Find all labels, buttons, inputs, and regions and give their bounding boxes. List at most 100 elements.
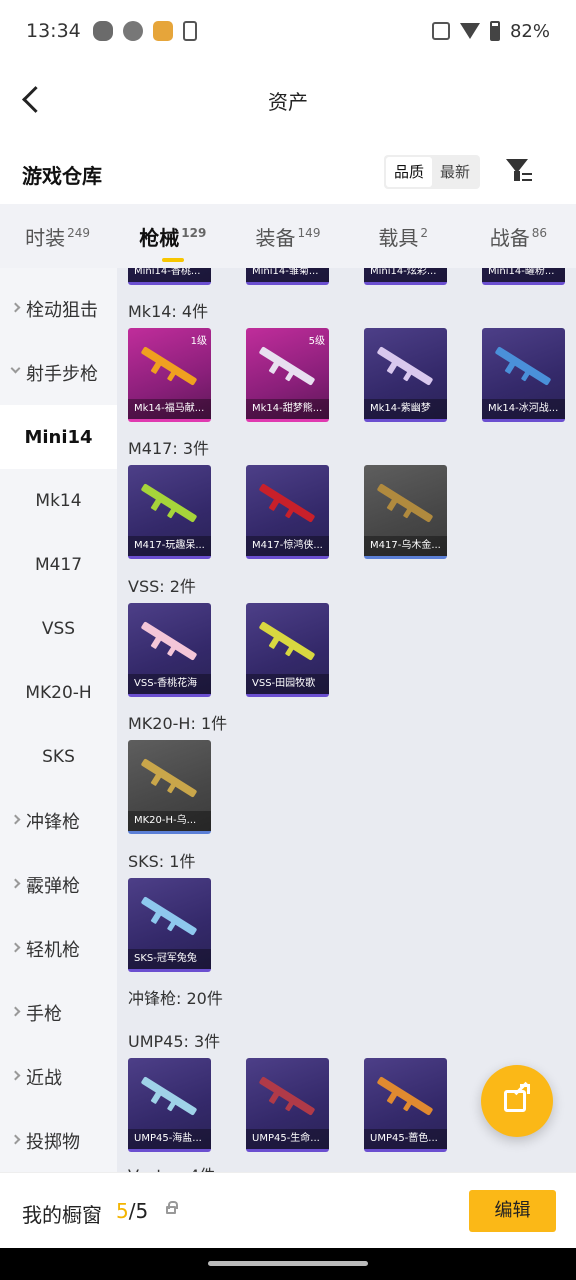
status-time: 13:34 — [26, 20, 81, 42]
vibrate-mute-icon — [431, 22, 450, 40]
chevron-down-icon — [10, 363, 21, 374]
status-bar: 13:34 82% — [0, 0, 576, 62]
sidebar-item-shotgun[interactable]: 霰弹枪 — [0, 853, 117, 917]
section-label: Mk14: 4件 — [128, 302, 209, 321]
showcase-label: 我的橱窗 — [22, 1203, 102, 1227]
tab-fashion[interactable]: 时装 249 — [0, 204, 115, 268]
rifle-icon — [258, 346, 316, 386]
phone-icon — [182, 21, 197, 41]
weapon-card[interactable]: M417-玩趣呆... — [128, 465, 211, 559]
body-area: 栓动狙击 射手步枪 Mini14 Mk14 M417 VSS MK20-H SK… — [0, 268, 576, 1172]
weapon-card[interactable]: 5级 Mk14-甜梦熊... — [246, 328, 329, 422]
rifle-icon — [376, 346, 434, 386]
section-label: VSS: 2件 — [128, 577, 196, 596]
weapon-card[interactable]: VSS-田园牧歌 — [246, 603, 329, 697]
system-nav-bar — [0, 1248, 576, 1280]
notification-dot-icon — [122, 21, 143, 41]
status-notification-icons — [92, 21, 197, 41]
weapon-grid: Mini14-香桃... Mini14-雏菊... Mini14-炫彩... M… — [117, 268, 576, 1172]
rifle-icon — [140, 346, 198, 386]
tab-supplies[interactable]: 战备 86 — [461, 204, 576, 268]
sidebar-item-marksman-rifle[interactable]: 射手步枪 — [0, 341, 117, 405]
chevron-right-icon — [10, 942, 21, 953]
sidebar-item-smg[interactable]: 冲锋枪 — [0, 789, 117, 853]
home-gesture-handle[interactable] — [208, 1261, 368, 1266]
sidebar-item-vss[interactable]: VSS — [0, 597, 117, 661]
weapon-card[interactable]: M417-惊鸿侠... — [246, 465, 329, 559]
rifle-icon — [258, 483, 316, 523]
weapon-card[interactable]: Mk14-冰河战... — [482, 328, 565, 422]
sidebar-item-mk20h[interactable]: MK20-H — [0, 661, 117, 725]
section-label: Vector: 4件 — [128, 1162, 215, 1172]
share-export-button[interactable] — [481, 1065, 553, 1137]
chevron-right-icon — [10, 1134, 21, 1145]
rifle-icon — [140, 483, 198, 523]
weapon-card[interactable]: UMP45-生命... — [246, 1058, 329, 1152]
filter-icon[interactable] — [504, 156, 534, 186]
sidebar-item-throwable[interactable]: 投掷物 — [0, 1109, 117, 1172]
tab-firearms[interactable]: 枪械 129 — [115, 204, 230, 268]
weapon-card[interactable]: Mk14-紫幽梦 — [364, 328, 447, 422]
smg-icon — [258, 1076, 316, 1116]
tab-equipment[interactable]: 装备 149 — [230, 204, 345, 268]
rifle-icon — [140, 621, 198, 661]
weapon-card[interactable]: M417-乌木金... — [364, 465, 447, 559]
section-label: SKS: 1件 — [128, 852, 196, 871]
sidebar-item-pistol[interactable]: 手枪 — [0, 981, 117, 1045]
sidebar-item-m417[interactable]: M417 — [0, 533, 117, 597]
showcase-bar: 我的橱窗 5/5 编辑 — [0, 1172, 576, 1248]
category-tabs: 时装 249 枪械 129 装备 149 载具 2 战备 86 — [0, 204, 576, 268]
battery-icon — [489, 21, 500, 41]
sort-latest-button[interactable]: 最新 — [432, 157, 478, 187]
section-label: M417: 3件 — [128, 439, 210, 458]
sidebar-item-mk14[interactable]: Mk14 — [0, 469, 117, 533]
rifle-icon — [376, 483, 434, 523]
wifi-icon — [459, 23, 480, 39]
battery-percent: 82% — [509, 20, 550, 42]
section-label: 冲锋枪: 20件 — [128, 989, 223, 1008]
section-label: MK20-H: 1件 — [128, 714, 228, 733]
sort-quality-button[interactable]: 品质 — [386, 157, 433, 187]
chevron-right-icon — [10, 302, 21, 313]
game-app-icon — [152, 21, 173, 41]
back-arrow-icon[interactable] — [18, 84, 46, 116]
lock-icon — [166, 1201, 178, 1214]
level-badge: 1级 — [190, 336, 207, 347]
wechat-icon — [92, 21, 113, 41]
rifle-icon — [494, 346, 552, 386]
chevron-right-icon — [10, 878, 21, 889]
level-badge: 5级 — [308, 336, 325, 347]
weapon-card[interactable]: UMP45-蔷色... — [364, 1058, 447, 1152]
weapon-card[interactable]: Mini14-香桃... — [128, 268, 211, 285]
tab-vehicles[interactable]: 载具 2 — [346, 204, 461, 268]
warehouse-header: 游戏仓库 品质 最新 — [0, 150, 576, 196]
weapon-type-sidebar: 栓动狙击 射手步枪 Mini14 Mk14 M417 VSS MK20-H SK… — [0, 268, 117, 1172]
sidebar-item-melee[interactable]: 近战 — [0, 1045, 117, 1109]
edit-button[interactable]: 编辑 — [469, 1190, 556, 1232]
sidebar-item-bolt-sniper[interactable]: 栓动狙击 — [0, 277, 117, 341]
chevron-right-icon — [10, 1006, 21, 1017]
weapon-card[interactable]: Mini14-炫彩... — [364, 268, 447, 285]
app-header: 资产 — [0, 62, 576, 138]
weapon-card[interactable]: SKS-冠军兔兔 — [128, 878, 211, 972]
rifle-icon — [140, 758, 198, 798]
warehouse-title: 游戏仓库 — [22, 164, 102, 188]
sort-toggle: 品质 最新 — [384, 155, 481, 189]
status-right: 82% — [431, 20, 550, 42]
sidebar-item-mini14[interactable]: Mini14 — [0, 405, 117, 469]
weapon-card[interactable]: UMP45-海盐... — [128, 1058, 211, 1152]
page-title: 资产 — [268, 89, 308, 114]
rifle-icon — [258, 621, 316, 661]
weapon-card[interactable]: VSS-香桃花海 — [128, 603, 211, 697]
showcase-count: 5/5 — [116, 1199, 149, 1223]
weapon-card[interactable]: 1级 Mk14-福马献... — [128, 328, 211, 422]
chevron-right-icon — [10, 814, 21, 825]
weapon-card[interactable]: Mini14-罐粉... — [482, 268, 565, 285]
weapon-card[interactable]: MK20-H-乌... — [128, 740, 211, 834]
chevron-right-icon — [10, 1070, 21, 1081]
weapon-card[interactable]: Mini14-雏菊... — [246, 268, 329, 285]
smg-icon — [376, 1076, 434, 1116]
sidebar-item-sks[interactable]: SKS — [0, 725, 117, 789]
rifle-icon — [140, 896, 198, 936]
sidebar-item-lmg[interactable]: 轻机枪 — [0, 917, 117, 981]
